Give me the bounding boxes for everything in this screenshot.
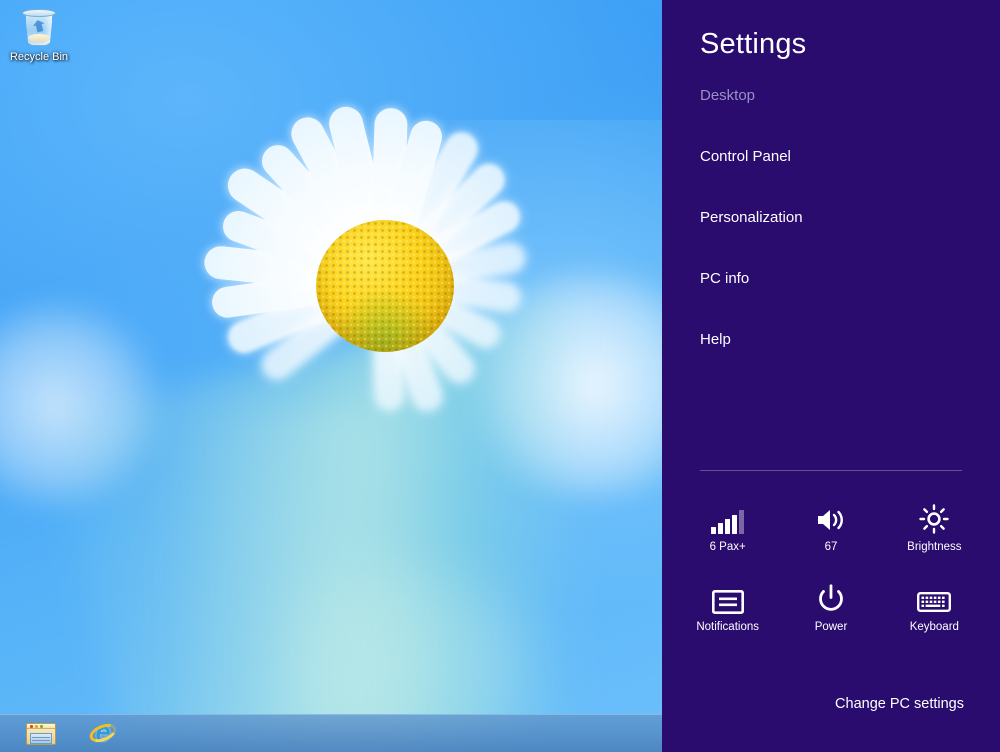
notification-icon — [711, 572, 744, 614]
settings-menu-item-help[interactable]: Help — [700, 324, 960, 355]
quick-action-notifications[interactable]: Notifications — [676, 572, 779, 634]
quick-action-volume-label: 67 — [824, 541, 838, 553]
quick-action-brightness-label: Brightness — [907, 541, 962, 553]
folder-icon — [26, 721, 56, 747]
taskbar-button-internet-explorer[interactable]: e — [87, 717, 120, 750]
quick-action-power[interactable]: Power — [779, 572, 882, 634]
taskbar[interactable]: e — [0, 714, 662, 752]
settings-charm-panel: Settings Desktop Control Panel Personali… — [662, 0, 1000, 752]
sun-icon — [919, 492, 950, 534]
quick-action-network[interactable]: 6 Pax+ — [676, 492, 779, 554]
quick-action-keyboard[interactable]: Keyboard — [883, 572, 986, 634]
daisy-core-texture — [316, 220, 454, 352]
power-icon — [817, 572, 845, 614]
quick-actions-grid: 6 Pax+ 67 Brightness Notifications Power… — [676, 492, 986, 634]
keyboard-icon — [917, 572, 952, 614]
settings-menu-item-desktop[interactable]: Desktop — [700, 80, 960, 111]
quick-action-notifications-label: Notifications — [696, 621, 759, 633]
speaker-icon — [815, 492, 847, 534]
settings-menu-item-personalization[interactable]: Personalization — [700, 202, 960, 233]
quick-action-power-label: Power — [814, 621, 848, 633]
settings-menu-item-control-panel[interactable]: Control Panel — [700, 141, 960, 172]
settings-menu-item-pc-info[interactable]: PC info — [700, 263, 960, 294]
daisy-flower — [150, 55, 620, 505]
screen: Recycle Bin e Settings Desktop Control P… — [0, 0, 1000, 752]
panel-title: Settings — [700, 28, 807, 60]
daisy-core — [316, 220, 454, 352]
settings-menu: Desktop Control Panel Personalization PC… — [700, 80, 960, 385]
quick-action-keyboard-label: Keyboard — [909, 621, 959, 633]
quick-action-network-label: 6 Pax+ — [709, 541, 746, 553]
quick-action-volume[interactable]: 67 — [779, 492, 882, 554]
quick-action-brightness[interactable]: Brightness — [883, 492, 986, 554]
recycle-bin-icon — [21, 8, 57, 48]
desktop-icon-recycle-bin[interactable]: Recycle Bin — [6, 6, 72, 64]
ie-icon: e — [87, 717, 119, 748]
change-pc-settings-link[interactable]: Change PC settings — [835, 696, 964, 712]
signal-bars-icon — [711, 492, 744, 534]
desktop-wallpaper[interactable]: Recycle Bin e — [0, 0, 662, 752]
taskbar-button-file-explorer[interactable] — [26, 718, 58, 750]
panel-divider — [700, 470, 962, 471]
recycle-bin-label: Recycle Bin — [9, 51, 69, 63]
